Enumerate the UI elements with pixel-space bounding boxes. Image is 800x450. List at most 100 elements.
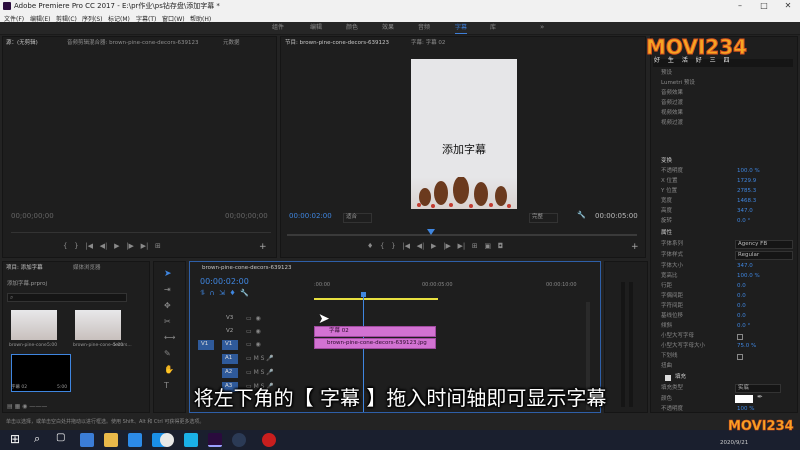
prop-value[interactable]: 347.0 (737, 208, 753, 215)
program-timecode[interactable]: 00:00:02:00 (289, 213, 332, 220)
font-family-dropdown[interactable]: Agency FB (735, 240, 793, 249)
workspace-tab-color[interactable]: 颜色 (346, 25, 358, 31)
track-v2-label[interactable]: V2 (226, 328, 233, 335)
hand-icon[interactable]: ✋ (164, 366, 174, 374)
source-transport-controls[interactable]: { } |◀ ◀| ▶ |▶ ▶| ⊞ (63, 243, 161, 250)
workspace-tab-libraries[interactable]: 库 (490, 25, 496, 31)
tab-source[interactable]: 源：(无剪辑) (6, 40, 38, 47)
prop-value[interactable]: 100.0 % (737, 168, 760, 175)
track-v1-label[interactable]: V1 (225, 341, 232, 348)
attr-value[interactable]: 100.0 % (737, 273, 760, 280)
prop-value[interactable]: 1729.9 (737, 178, 756, 185)
prop-value[interactable]: 2785.3 (737, 188, 756, 195)
attr-value[interactable]: 0.0 (737, 313, 746, 320)
workspace-tab-editing[interactable]: 编辑 (310, 25, 322, 31)
attr-value[interactable]: 75.0 % (737, 343, 756, 350)
razor-icon[interactable]: ✂ (164, 318, 171, 326)
track-toggle-icons[interactable]: ▭ ◉ (246, 329, 261, 335)
effects-tree-item[interactable]: 音频效果 (661, 90, 683, 97)
app-icon[interactable] (184, 433, 198, 447)
track-a1-label[interactable]: A1 (225, 355, 232, 362)
effects-tree-item[interactable]: 视频过渡 (661, 120, 683, 127)
attr-value[interactable]: 0.0 (737, 283, 746, 290)
ripple-edit-icon[interactable]: ✥ (164, 302, 171, 310)
workspace-tab-assembly[interactable]: 组件 (272, 25, 284, 31)
source-scrubber[interactable] (11, 232, 271, 233)
track-select-icon[interactable]: ⇥ (164, 286, 171, 294)
right-panel: 预设 Lumetri 预设 音频效果 音频过渡 视频效果 视频过渡 变换 不透明… (650, 36, 798, 413)
source-patch-v1[interactable]: V1 (201, 341, 208, 348)
track-toggle-icons[interactable]: ▭ ◉ (246, 316, 261, 322)
fill-section-header[interactable]: 填充 (675, 374, 686, 381)
selection-tool-icon[interactable]: ➤ (164, 270, 172, 279)
watermark-tagline: 好 生 活 好 三 四 (654, 57, 733, 64)
pen-icon[interactable]: ✎ (164, 350, 171, 358)
track-a2-label[interactable]: A2 (225, 369, 232, 376)
attr-value[interactable]: 347.0 (737, 263, 753, 270)
mail-icon[interactable] (128, 433, 142, 447)
program-caption-text[interactable]: 添加字幕 (411, 144, 517, 155)
tab-program[interactable]: 节目: brown-pine-cone-decors-639123 (285, 40, 389, 47)
track-v3-label[interactable]: V3 (226, 315, 233, 322)
minimize-icon[interactable]: – (728, 0, 752, 12)
small-caps-checkbox[interactable] (737, 334, 743, 340)
effects-tree-item[interactable]: 预设 (661, 70, 672, 77)
timeline-timecode[interactable]: 00:00:02:00 (200, 278, 249, 286)
image-clip[interactable]: brown-pine-cone-decors-639123.jpg (314, 338, 436, 349)
project-search-input[interactable]: ⌕ (7, 293, 127, 302)
chrome-icon[interactable] (160, 433, 174, 447)
fit-dropdown[interactable]: 适合 (343, 213, 373, 223)
project-thumb-sequence[interactable] (75, 310, 121, 340)
work-area-bar[interactable] (314, 298, 438, 300)
program-video-frame[interactable]: 添加字幕 (411, 59, 517, 209)
effects-tree-item[interactable]: 音频过渡 (661, 100, 683, 107)
source-add-button[interactable]: + (259, 243, 267, 252)
maximize-icon[interactable]: □ (752, 0, 776, 12)
tab-metadata[interactable]: 元数据 (223, 40, 240, 47)
attr-value[interactable]: 0.0 (737, 303, 746, 310)
slip-tool-icon[interactable]: ⟷ (164, 334, 175, 342)
prop-value[interactable]: 1468.3 (737, 198, 756, 205)
program-playhead-icon[interactable] (427, 229, 435, 235)
close-icon[interactable]: ✕ (776, 0, 800, 12)
app-icon[interactable] (232, 433, 246, 447)
tab-title-editor[interactable]: 字幕: 字幕 02 (411, 40, 445, 47)
file-explorer-icon[interactable] (104, 433, 118, 447)
workspace-tab-audio[interactable]: 音频 (418, 25, 430, 31)
effects-tree-item[interactable]: Lumetri 预设 (661, 80, 695, 87)
premiere-taskbar-icon[interactable] (208, 433, 222, 447)
edge-browser-icon[interactable] (80, 433, 94, 447)
effects-tree-item[interactable]: 视频效果 (661, 110, 683, 117)
project-thumb-pinecone[interactable] (11, 310, 57, 340)
search-icon[interactable]: ⌕ (34, 433, 40, 444)
track-toggle-icons[interactable]: ▭ ◉ (246, 342, 261, 348)
recorder-icon[interactable] (262, 433, 276, 447)
program-scrubber[interactable] (287, 234, 637, 236)
attr-value[interactable]: 0.0 (737, 293, 746, 300)
quality-dropdown[interactable]: 完整 (529, 213, 559, 223)
transform-section-header[interactable]: 变换 (661, 158, 672, 165)
tab-audio-clip-mixer[interactable]: 音频剪辑混合器: brown-pine-cone-decors-639123 (67, 40, 199, 47)
underline-checkbox[interactable] (737, 354, 743, 360)
tab-project[interactable]: 项目: 添加字幕 (6, 265, 43, 272)
audio-track-icons[interactable]: ▭ M S 🎤 (246, 356, 274, 362)
font-style-dropdown[interactable]: Regular (735, 251, 793, 260)
wrench-icon[interactable]: 🔧 (577, 212, 586, 219)
workspace-tab-titles[interactable]: 字幕 (455, 25, 468, 34)
prop-value[interactable]: 0.0 ° (737, 218, 750, 225)
windows-start-icon[interactable]: ⊞ (10, 433, 20, 445)
source-timecode-out: 00;00;00;00 (225, 212, 268, 220)
workspace-more-icon[interactable]: » (540, 24, 544, 31)
attributes-section-header[interactable]: 属性 (661, 230, 672, 237)
attr-value[interactable]: 0.0 ° (737, 323, 750, 330)
program-add-button[interactable]: + (631, 243, 639, 252)
task-view-icon[interactable]: ▢ (56, 433, 65, 443)
title-clip[interactable]: 字幕 02 (314, 326, 436, 337)
workspace-tab-effects[interactable]: 效果 (382, 25, 394, 31)
tab-media-browser[interactable]: 媒体浏览器 (73, 265, 101, 272)
audio-track-icons[interactable]: ▭ M S 🎤 (246, 370, 274, 376)
program-transport-controls[interactable]: ♦ { } |◀ ◀| ▶ |▶ ▶| ⊞ ▣ ◘ (367, 243, 503, 250)
tab-sequence[interactable]: brown-pine-cone-decors-639123 (202, 265, 291, 272)
fill-checkbox[interactable] (665, 375, 671, 381)
timeline-tool-icons[interactable]: ⥮ ∩ ⇲ ♦ 🔧 (200, 290, 249, 297)
